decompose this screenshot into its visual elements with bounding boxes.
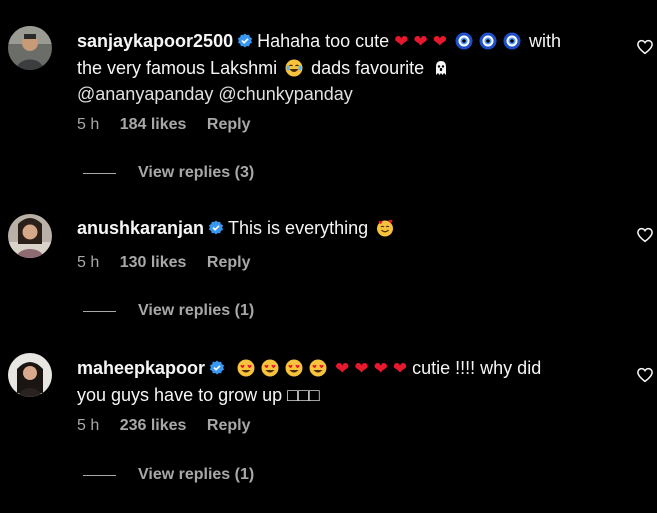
comment-time: 5 h	[77, 417, 100, 434]
divider-line	[83, 172, 116, 174]
comment-meta: 5 h 236 likes Reply	[77, 417, 266, 435]
comment-text-segment: □□□	[287, 385, 320, 405]
divider-line	[83, 310, 116, 312]
view-replies-label: View replies (1)	[138, 466, 255, 483]
avatar[interactable]	[8, 26, 52, 70]
red-heart-emoji: ❤	[335, 359, 350, 379]
view-replies-label: View replies (3)	[138, 164, 255, 181]
red-heart-emoji: ❤	[392, 359, 408, 379]
mention-link[interactable]: @ananyapanday	[77, 84, 213, 104]
heart-eyes-emoji	[261, 359, 279, 377]
nazar-amulet-emoji	[479, 32, 497, 50]
ghost-emoji	[436, 61, 447, 75]
nazar-amulet-emoji	[455, 32, 473, 50]
view-replies-button[interactable]: View replies (1)	[83, 302, 254, 320]
comment-text-segment: you guys have to grow up	[77, 385, 283, 405]
reply-button[interactable]: Reply	[207, 116, 251, 133]
red-heart-emoji: ❤	[354, 359, 369, 379]
reply-button[interactable]: Reply	[207, 254, 251, 271]
verified-badge-icon	[209, 220, 224, 235]
comment-time: 5 h	[77, 116, 100, 133]
red-heart-emoji: ❤	[432, 32, 447, 52]
comment-text-segment: the very famous Lakshmi	[77, 58, 278, 78]
red-heart-emoji: ❤	[394, 32, 409, 52]
heart-eyes-emoji	[309, 359, 327, 377]
heart-eyes-emoji	[237, 359, 255, 377]
likes-count[interactable]: 130 likes	[120, 254, 187, 271]
view-replies-label: View replies (1)	[138, 302, 255, 319]
nazar-amulet-emoji	[503, 32, 521, 50]
comment-text: sanjaykapoor2500 Hahaha too cute ❤ ❤ ❤ wi…	[77, 28, 625, 107]
comment-text-segment: Hahaha too cute	[257, 31, 390, 51]
heart-outline-icon[interactable]	[636, 38, 654, 56]
divider-line	[83, 474, 116, 476]
comment-time: 5 h	[77, 254, 100, 271]
comment-text-segment: This is everything	[228, 218, 369, 238]
heart-outline-icon[interactable]	[636, 366, 654, 384]
red-heart-emoji: ❤	[373, 359, 388, 379]
avatar[interactable]	[8, 353, 52, 397]
heart-eyes-emoji	[285, 359, 303, 377]
red-heart-emoji: ❤	[413, 32, 428, 52]
reply-button[interactable]: Reply	[207, 417, 251, 434]
comment-meta: 5 h 184 likes Reply	[77, 116, 266, 134]
avatar[interactable]	[8, 214, 52, 258]
comment-text: anushkaranjan This is everything	[77, 215, 625, 241]
comment-username[interactable]: maheepkapoor	[77, 358, 205, 378]
comment-username[interactable]: anushkaranjan	[77, 218, 204, 238]
comment-text-segment: with	[529, 31, 562, 51]
heart-outline-icon[interactable]	[636, 226, 654, 244]
likes-count[interactable]: 236 likes	[120, 417, 187, 434]
mention-link[interactable]: @chunkypanday	[218, 84, 352, 104]
comment-username[interactable]: sanjaykapoor2500	[77, 31, 233, 51]
comment-meta: 5 h 130 likes Reply	[77, 254, 266, 272]
comment-text: maheepkapoor ❤ ❤ ❤ ❤ cutie !!!! why did …	[77, 355, 625, 408]
likes-count[interactable]: 184 likes	[120, 116, 187, 133]
verified-badge-icon	[238, 33, 253, 48]
verified-badge-icon	[210, 360, 225, 375]
view-replies-button[interactable]: View replies (3)	[83, 164, 254, 182]
view-replies-button[interactable]: View replies (1)	[83, 466, 254, 484]
smiling-face-with-hearts-emoji	[377, 219, 394, 237]
comment-text-segment: cutie !!!! why did	[412, 358, 542, 378]
comment-text-segment: dads favourite	[311, 58, 425, 78]
tears-of-joy-emoji	[285, 59, 303, 77]
